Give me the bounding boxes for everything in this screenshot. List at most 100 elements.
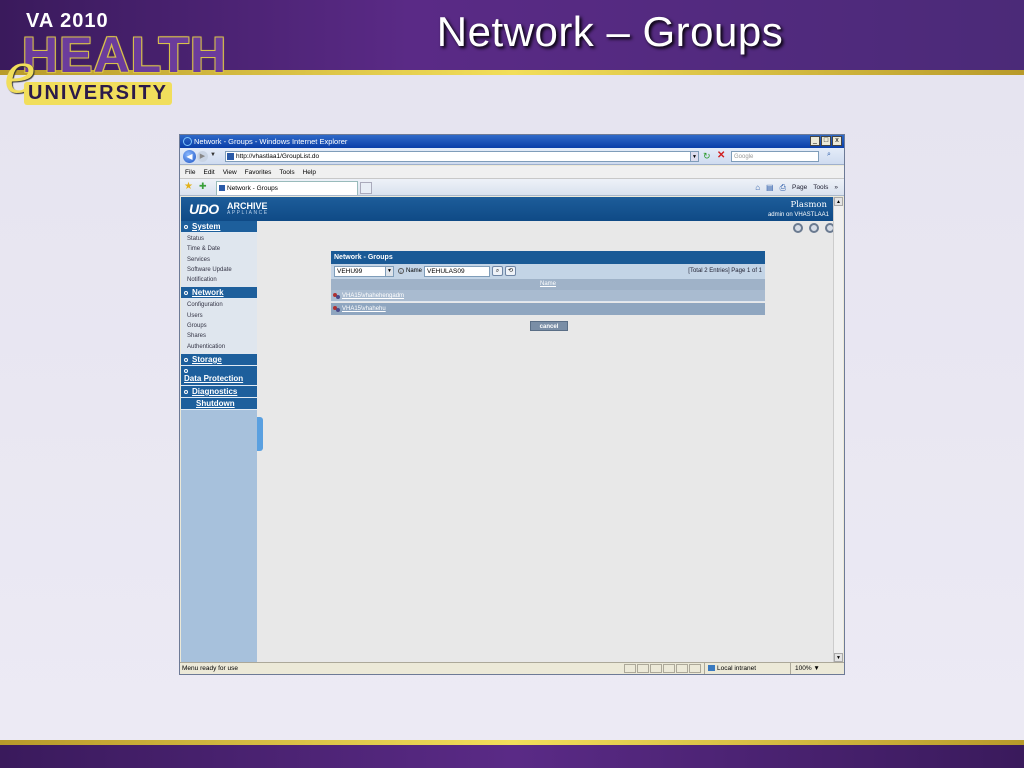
status-cell xyxy=(663,664,675,673)
clear-icon[interactable]: ⟲ xyxy=(505,266,516,276)
tab-favicon-icon xyxy=(219,185,225,191)
sidebar-data-protection[interactable]: Data Protection xyxy=(181,365,257,386)
menu-help[interactable]: Help xyxy=(303,166,316,178)
sidebar-shutdown[interactable]: Shutdown xyxy=(181,397,257,410)
zoom-control[interactable]: 100% ▼ xyxy=(790,663,836,674)
group-link[interactable]: VHA15\vhahehu xyxy=(342,306,386,312)
sidebar-diagnostics-label: Diagnostics xyxy=(192,386,238,396)
more-chevron-icon[interactable]: » xyxy=(834,182,838,193)
menu-favorites[interactable]: Favorites xyxy=(245,166,272,178)
sidebar-data-protection-label: Data Protection xyxy=(184,373,244,383)
command-bar: ⌂ ▤ ⎙ Page Tools » xyxy=(755,182,838,193)
url-input[interactable]: http://vhastlaa1/GroupList.do xyxy=(225,151,699,162)
forward-arrow-icon[interactable]: ▶ xyxy=(197,151,208,162)
sidebar-shutdown-label: Shutdown xyxy=(196,398,235,408)
sidebar-diagnostics[interactable]: Diagnostics xyxy=(181,385,257,398)
tab-label: Network - Groups xyxy=(227,185,278,192)
zoom-label: 100% xyxy=(795,665,812,672)
system-submenu: Status Time & Date Services Software Upd… xyxy=(181,233,257,288)
group-link[interactable]: VHA15\vhahehengadm xyxy=(342,293,404,299)
tab-network-groups[interactable]: Network - Groups xyxy=(216,181,358,195)
page-favicon-icon xyxy=(227,153,234,160)
cancel-button[interactable]: cancel xyxy=(530,321,568,331)
sidebar-item-users[interactable]: Users xyxy=(187,311,257,321)
zone-label: Local intranet xyxy=(717,665,757,672)
bullet-icon xyxy=(184,368,188,373)
appliance-label: APPLIANCE xyxy=(227,210,269,216)
sidebar-item-configuration[interactable]: Configuration xyxy=(187,300,257,310)
url-text: http://vhastlaa1/GroupList.do xyxy=(236,153,320,160)
sidebar-item-shares[interactable]: Shares xyxy=(187,331,257,341)
close-button[interactable]: x xyxy=(832,136,842,146)
bullet-icon xyxy=(184,291,188,296)
address-bar: ◀ ▶ ▼ http://vhastlaa1/GroupList.do ▼ ↻ … xyxy=(180,148,844,165)
menu-edit[interactable]: Edit xyxy=(203,166,214,178)
sidebar-collapse-handle[interactable] xyxy=(257,417,263,451)
sidebar-item-time-date[interactable]: Time & Date xyxy=(187,244,257,254)
sidebar-storage[interactable]: Storage xyxy=(181,353,257,366)
minimize-button[interactable]: _ xyxy=(810,136,820,146)
ie-icon xyxy=(183,137,192,146)
sidebar-item-status[interactable]: Status xyxy=(187,234,257,244)
chevron-down-icon[interactable]: ▼ xyxy=(385,267,393,276)
scroll-down-arrow-icon[interactable]: ▼ xyxy=(834,653,843,662)
menu-view[interactable]: View xyxy=(223,166,237,178)
table-row: VHA15\vhahehu xyxy=(331,303,765,315)
window-controls: _ □ x xyxy=(810,136,842,146)
circle-button-1[interactable] xyxy=(793,223,803,233)
name-search-input[interactable]: VEHULAS09 xyxy=(424,266,490,277)
bullet-icon xyxy=(184,224,188,229)
name-column-sort[interactable]: Name xyxy=(540,281,556,287)
new-tab-button[interactable] xyxy=(360,182,372,194)
add-favorite-icon[interactable]: ✚ xyxy=(199,181,207,192)
refresh-icon[interactable]: ↻ xyxy=(703,151,711,162)
search-input[interactable]: Google xyxy=(731,151,819,162)
status-bar: Menu ready for use Local intranet 100% ▼ xyxy=(180,662,844,674)
stop-icon[interactable]: ✕ xyxy=(717,150,725,161)
tools-menu[interactable]: Tools xyxy=(813,182,828,193)
scroll-up-arrow-icon[interactable]: ▲ xyxy=(834,197,843,206)
intranet-icon xyxy=(708,665,715,671)
sidebar-item-services[interactable]: Services xyxy=(187,255,257,265)
search-icon[interactable]: ⌕ xyxy=(492,266,503,276)
network-submenu: Configuration Users Groups Shares Authen… xyxy=(181,299,257,354)
udo-logo: UDO xyxy=(189,201,219,217)
vertical-scrollbar[interactable]: ▲ ▼ xyxy=(833,197,843,662)
page-menu[interactable]: Page xyxy=(792,182,807,193)
sidebar-system-label: System xyxy=(192,222,221,231)
sidebar: System Status Time & Date Services Softw… xyxy=(181,221,257,662)
circle-button-2[interactable] xyxy=(809,223,819,233)
group-icon xyxy=(333,293,340,299)
plasmon-logo: Plasmon xyxy=(790,200,827,210)
menu-tools[interactable]: Tools xyxy=(279,166,294,178)
sidebar-network[interactable]: Network xyxy=(181,287,257,300)
history-dropdown-icon[interactable]: ▼ xyxy=(210,152,216,158)
feeds-icon[interactable]: ▤ xyxy=(766,182,774,193)
menu-file[interactable]: File xyxy=(185,166,195,178)
sidebar-item-groups[interactable]: Groups xyxy=(187,321,257,331)
total-entries-label: [Total 2 Entries] Page 1 of 1 xyxy=(688,268,762,274)
filter-row: VEHU99 ▼ i Name VEHULAS09 ⌕ ⟲ [Total 2 E… xyxy=(331,264,765,279)
sidebar-system[interactable]: System xyxy=(181,221,257,233)
url-dropdown-icon[interactable]: ▼ xyxy=(690,151,699,162)
home-icon[interactable]: ⌂ xyxy=(755,182,760,193)
status-cell xyxy=(676,664,688,673)
back-arrow-icon[interactable]: ◀ xyxy=(183,150,196,163)
status-cell xyxy=(624,664,636,673)
column-header: Name xyxy=(331,279,765,290)
sidebar-item-authentication[interactable]: Authentication xyxy=(187,342,257,352)
bullet-icon xyxy=(184,389,188,394)
menu-bar: File Edit View Favorites Tools Help xyxy=(180,166,844,179)
group-icon xyxy=(333,306,340,312)
logo-university: UNIVERSITY xyxy=(24,82,173,105)
user-host-label: admin on VHASTLAA1 xyxy=(767,212,829,218)
search-icon[interactable]: ⌕ xyxy=(823,151,835,162)
maximize-button[interactable]: □ xyxy=(821,136,831,146)
domain-select[interactable]: VEHU99 ▼ xyxy=(334,266,394,277)
sidebar-item-software-update[interactable]: Software Update xyxy=(187,265,257,275)
sidebar-item-notification[interactable]: Notification xyxy=(187,275,257,285)
security-zone[interactable]: Local intranet xyxy=(704,663,788,674)
print-icon[interactable]: ⎙ xyxy=(780,182,786,193)
favorites-star-icon[interactable]: ★ xyxy=(184,181,193,192)
status-cell xyxy=(650,664,662,673)
